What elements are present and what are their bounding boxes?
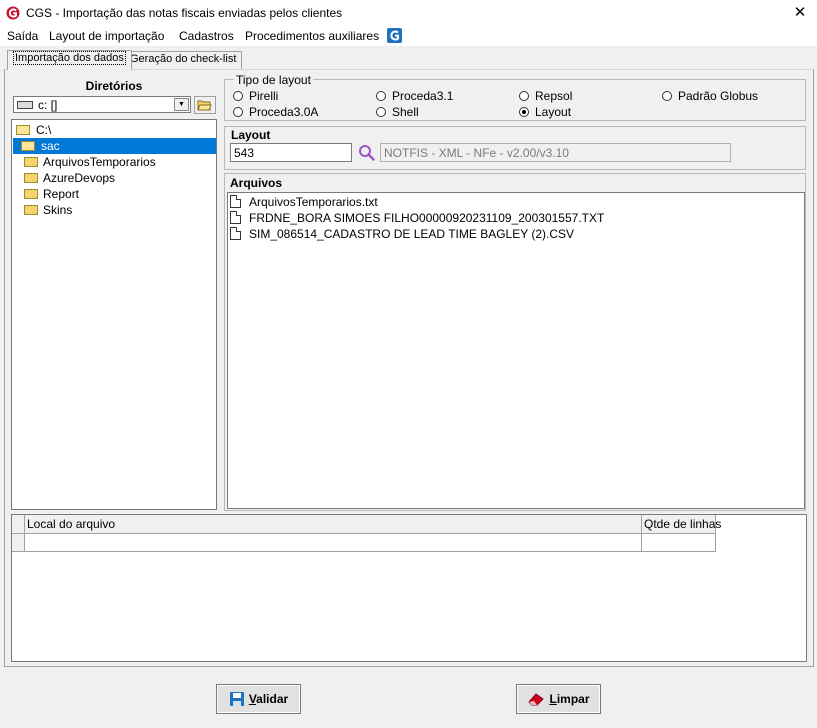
files-list[interactable]: ArquivosTemporarios.txt FRDNE_BORA SIMOE… xyxy=(227,192,805,509)
folder-icon xyxy=(24,157,38,167)
save-disk-icon xyxy=(229,692,244,706)
tree-item-label: ArquivosTemporarios xyxy=(43,155,156,169)
tab-importacao-label: Importação dos dados xyxy=(13,51,126,65)
drive-select[interactable]: c: [] ▼ xyxy=(13,96,191,113)
tree-item-label: Skins xyxy=(43,203,73,217)
radio-label: Layout xyxy=(535,105,572,119)
file-icon xyxy=(230,195,241,208)
file-icon xyxy=(230,211,241,224)
radio-label: Padrão Globus xyxy=(678,89,759,103)
clear-label: impar xyxy=(556,692,590,706)
layout-title: Layout xyxy=(231,128,271,142)
tree-item-label: C:\ xyxy=(36,123,52,137)
radio-checked-icon xyxy=(519,107,529,117)
grid-corner xyxy=(12,515,25,534)
radio-repsol[interactable]: Repsol xyxy=(519,89,572,103)
drive-value: c: [] xyxy=(38,98,58,112)
file-item[interactable]: FRDNE_BORA SIMOES FILHO00000920231109_20… xyxy=(230,210,604,226)
menu-procedimentos-auxiliares[interactable]: Procedimentos auxiliares xyxy=(245,29,379,43)
radio-proceda31[interactable]: Proceda3.1 xyxy=(376,89,453,103)
layout-code-input[interactable] xyxy=(230,143,352,162)
tree-item-label: AzureDevops xyxy=(43,171,116,185)
folder-icon xyxy=(24,173,38,183)
folder-icon xyxy=(24,205,38,215)
menu-bar: Saída Layout de importação Cadastros Pro… xyxy=(0,26,817,46)
menu-saida[interactable]: Saída xyxy=(7,29,38,43)
menu-cadastros[interactable]: Cadastros xyxy=(179,29,234,43)
close-button[interactable]: ✕ xyxy=(786,2,814,24)
grid-header-local[interactable]: Local do arquivo xyxy=(25,515,642,534)
file-icon xyxy=(230,227,241,240)
radio-label: Proceda3.1 xyxy=(392,89,454,103)
directory-tree[interactable]: C:\ sac ArquivosTemporarios AzureDevops … xyxy=(11,119,217,510)
file-name: ArquivosTemporarios.txt xyxy=(249,195,378,209)
browse-folder-button[interactable] xyxy=(194,96,216,114)
radio-circle-icon xyxy=(233,107,243,117)
clear-button[interactable]: Limpar xyxy=(516,684,601,714)
file-name: SIM_086514_CADASTRO DE LEAD TIME BAGLEY … xyxy=(249,227,575,241)
validate-label: alidar xyxy=(256,692,289,706)
grid-cell-local[interactable] xyxy=(25,534,642,552)
window-title: CGS - Importação das notas fiscais envia… xyxy=(26,6,343,20)
radio-circle-icon xyxy=(662,91,672,101)
cgs-logo-icon xyxy=(6,6,20,20)
open-folder-icon xyxy=(21,141,35,151)
grid-header-qtde[interactable]: Qtde de linhas xyxy=(642,515,721,534)
clear-mnemonic: L xyxy=(549,692,557,706)
folder-icon xyxy=(24,189,38,199)
layout-description-field: NOTFIS - XML - NFe - v2.00/v3.10 xyxy=(380,143,731,162)
radio-shell[interactable]: Shell xyxy=(376,105,419,119)
open-folder-icon xyxy=(197,100,212,111)
file-item[interactable]: ArquivosTemporarios.txt xyxy=(230,194,378,210)
tab-geracao-checklist[interactable]: Geração do check-list xyxy=(124,51,243,69)
eraser-icon xyxy=(528,693,545,706)
open-folder-icon xyxy=(16,125,30,135)
radio-circle-icon xyxy=(376,107,386,117)
files-grid[interactable]: Local do arquivo Qtde de linhas xyxy=(11,514,807,662)
tab-importacao-dados[interactable]: Importação dos dados xyxy=(7,50,132,70)
tree-item-label: Report xyxy=(43,187,80,201)
radio-label: Repsol xyxy=(535,89,573,103)
files-title: Arquivos xyxy=(230,176,283,190)
drive-icon xyxy=(17,101,33,109)
chevron-down-icon[interactable]: ▼ xyxy=(174,98,189,111)
search-icon[interactable] xyxy=(358,144,376,162)
radio-layout[interactable]: Layout xyxy=(519,105,571,119)
radio-circle-icon xyxy=(376,91,386,101)
radio-label: Shell xyxy=(392,105,419,119)
radio-proceda30a[interactable]: Proceda3.0A xyxy=(233,105,318,119)
tree-item-label: sac xyxy=(41,139,60,153)
file-item[interactable]: SIM_086514_CADASTRO DE LEAD TIME BAGLEY … xyxy=(230,226,574,242)
radio-circle-icon xyxy=(519,91,529,101)
validate-button[interactable]: Validar xyxy=(216,684,301,714)
directories-title: Diretórios xyxy=(85,79,143,93)
radio-circle-icon xyxy=(233,91,243,101)
radio-label: Pirelli xyxy=(249,89,279,103)
grid-cell-qtde[interactable] xyxy=(642,534,716,552)
grid-row-indicator xyxy=(12,534,25,552)
radio-pirelli[interactable]: Pirelli xyxy=(233,89,278,103)
title-bar: CGS - Importação das notas fiscais envia… xyxy=(0,0,817,26)
tree-item-sac[interactable]: sac xyxy=(13,138,216,154)
radio-label: Proceda3.0A xyxy=(249,105,319,119)
globus-logo-icon[interactable] xyxy=(387,28,402,43)
menu-layout-importacao[interactable]: Layout de importação xyxy=(49,29,164,43)
layout-type-legend: Tipo de layout xyxy=(234,73,313,87)
file-name: FRDNE_BORA SIMOES FILHO00000920231109_20… xyxy=(249,211,605,225)
radio-padrao-globus[interactable]: Padrão Globus xyxy=(662,89,758,103)
